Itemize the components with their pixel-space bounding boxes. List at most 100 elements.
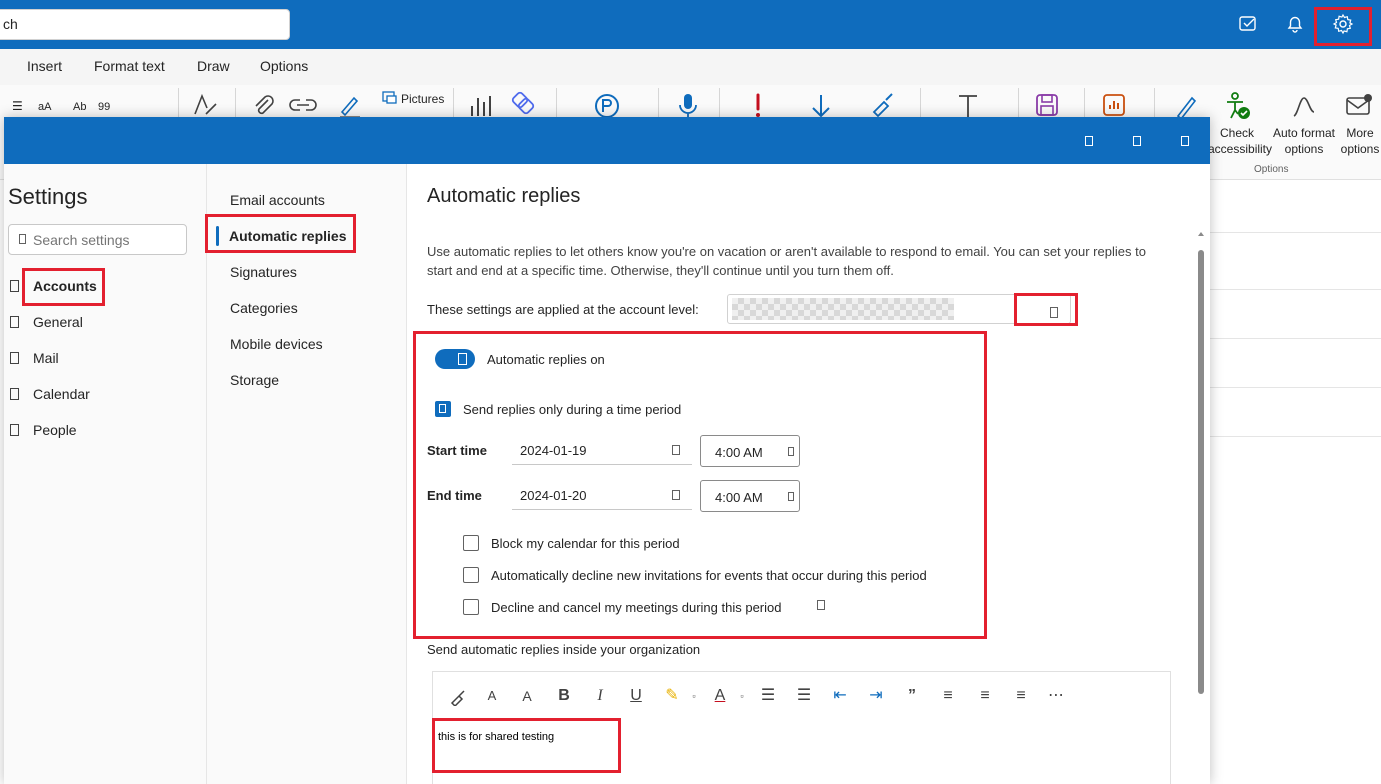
importance-high-icon[interactable] [750,92,766,120]
chart-icon[interactable] [468,92,496,118]
check-accessibility-label[interactable]: Check accessibility [1208,125,1272,157]
calendar-picker-icon[interactable] [672,490,680,500]
link-icon[interactable] [288,94,318,116]
info-icon[interactable] [817,600,825,610]
ribbon-separator [178,88,179,118]
bold-icon[interactable]: B [554,686,574,706]
numbering-icon[interactable]: ☰ [794,686,814,706]
tab-insert[interactable]: Insert [27,58,62,74]
more-icon[interactable]: ⋯ [1046,686,1066,706]
bullets-icon[interactable]: ☰ [12,98,23,114]
chevron-down-icon[interactable] [1050,307,1058,318]
end-time-label: End time [427,488,482,503]
account-dropdown[interactable] [727,294,1071,324]
subnav-email-accounts[interactable]: Email accounts [230,192,325,208]
loop-icon[interactable] [508,90,538,118]
format-painter-icon[interactable] [449,688,467,706]
minimize-icon[interactable] [1085,136,1093,146]
end-date-picker[interactable]: 2024-01-20 [512,480,692,510]
subnav-storage[interactable]: Storage [230,372,279,388]
quote-icon[interactable]: ” [902,686,922,706]
align-center-icon[interactable]: ≡ [975,686,995,706]
font-size-icon[interactable]: A [517,686,537,706]
nav-accounts[interactable]: Accounts [10,278,97,294]
poll-icon[interactable] [1101,92,1129,118]
start-time-dropdown[interactable]: 4:00 AM [700,435,800,467]
signature-icon[interactable] [336,92,364,120]
more-options-icon[interactable] [1345,92,1375,120]
scroll-up-icon[interactable] [1198,232,1204,236]
font-icon[interactable]: A [482,686,502,706]
save-icon[interactable] [1034,92,1060,118]
text-icon[interactable] [955,92,981,120]
ribbon-separator [719,88,720,118]
chevron-down-icon[interactable]: ▫ [684,686,704,706]
align-right-icon[interactable]: ≡ [1011,686,1031,706]
decrease-indent-icon[interactable]: ⇤ [830,686,850,706]
calendar-picker-icon[interactable] [672,445,680,455]
subnav-mobile-devices[interactable]: Mobile devices [230,336,323,352]
styles-button[interactable]: Ab [73,99,86,115]
importance-low-icon[interactable] [808,92,834,120]
attach-icon[interactable] [250,92,276,118]
end-time-dropdown[interactable]: 4:00 AM [700,480,800,512]
calendar-icon [10,388,19,400]
subnav-categories[interactable]: Categories [230,300,298,316]
decline-invitations-checkbox[interactable] [463,567,479,583]
block-calendar-checkbox[interactable] [463,535,479,551]
font-color-icon[interactable]: A [710,686,730,706]
settings-search-box[interactable] [8,224,187,255]
align-left-icon[interactable]: ≡ [938,686,958,706]
tab-options[interactable]: Options [260,58,308,74]
mail-row-divider [1210,387,1381,388]
time-period-checkbox[interactable] [435,401,451,417]
chevron-down-icon[interactable] [788,492,794,501]
automatic-replies-toggle[interactable] [435,349,475,369]
highlight-icon[interactable]: ✎ [662,686,682,706]
nav-mail[interactable]: Mail [10,350,59,366]
subnav-signatures[interactable]: Signatures [230,264,297,280]
underline-icon[interactable]: U [626,686,646,706]
start-date-picker[interactable]: 2024-01-19 [512,435,692,465]
tab-draw[interactable]: Draw [197,58,230,74]
pictures-icon[interactable] [382,91,398,105]
selection-indicator [216,226,219,246]
font-size-button[interactable]: aA [38,99,51,115]
more-options-label[interactable]: More options [1339,125,1381,157]
accessibility-icon[interactable] [1222,90,1252,122]
nav-people[interactable]: People [10,422,77,438]
subnav-automatic-replies[interactable]: Automatic replies [229,228,346,244]
editor-icon[interactable] [192,92,220,118]
nav-general[interactable]: General [10,314,83,330]
nav-calendar[interactable]: Calendar [10,386,90,402]
reply-message-text[interactable]: this is for shared testing [438,731,554,743]
increase-indent-icon[interactable]: ⇥ [866,686,886,706]
general-icon [10,316,19,328]
tab-format-text[interactable]: Format text [94,58,165,74]
cancel-meetings-checkbox[interactable] [463,599,479,615]
cancel-meetings-label: Decline and cancel my meetings during th… [491,600,782,615]
chevron-down-icon[interactable] [788,447,794,456]
sensitivity-icon[interactable] [868,90,898,118]
chevron-down-icon[interactable]: ▫ [732,686,752,706]
viva-icon[interactable] [592,92,622,120]
bullets-icon[interactable]: ☰ [758,686,778,706]
draw-pen-icon[interactable] [1172,92,1200,120]
close-icon[interactable] [1181,136,1189,146]
bell-icon[interactable] [1284,13,1306,35]
toggle-label: Automatic replies on [487,352,605,367]
search-input[interactable]: ch [0,9,290,40]
pictures-button[interactable]: Pictures [401,91,444,107]
maximize-icon[interactable] [1133,136,1141,146]
mail-row-divider [1210,338,1381,339]
tasks-icon[interactable] [1237,13,1259,35]
gear-icon[interactable] [1332,13,1354,35]
settings-search-input[interactable] [33,231,183,249]
end-date-value: 2024-01-20 [520,488,587,503]
quote-button[interactable]: 99 [98,99,110,115]
scroll-thumb[interactable] [1198,250,1204,694]
auto-format-label[interactable]: Auto format options [1270,125,1338,157]
auto-format-icon[interactable] [1290,92,1318,120]
italic-icon[interactable]: I [590,686,610,706]
dictate-icon[interactable] [676,92,700,120]
